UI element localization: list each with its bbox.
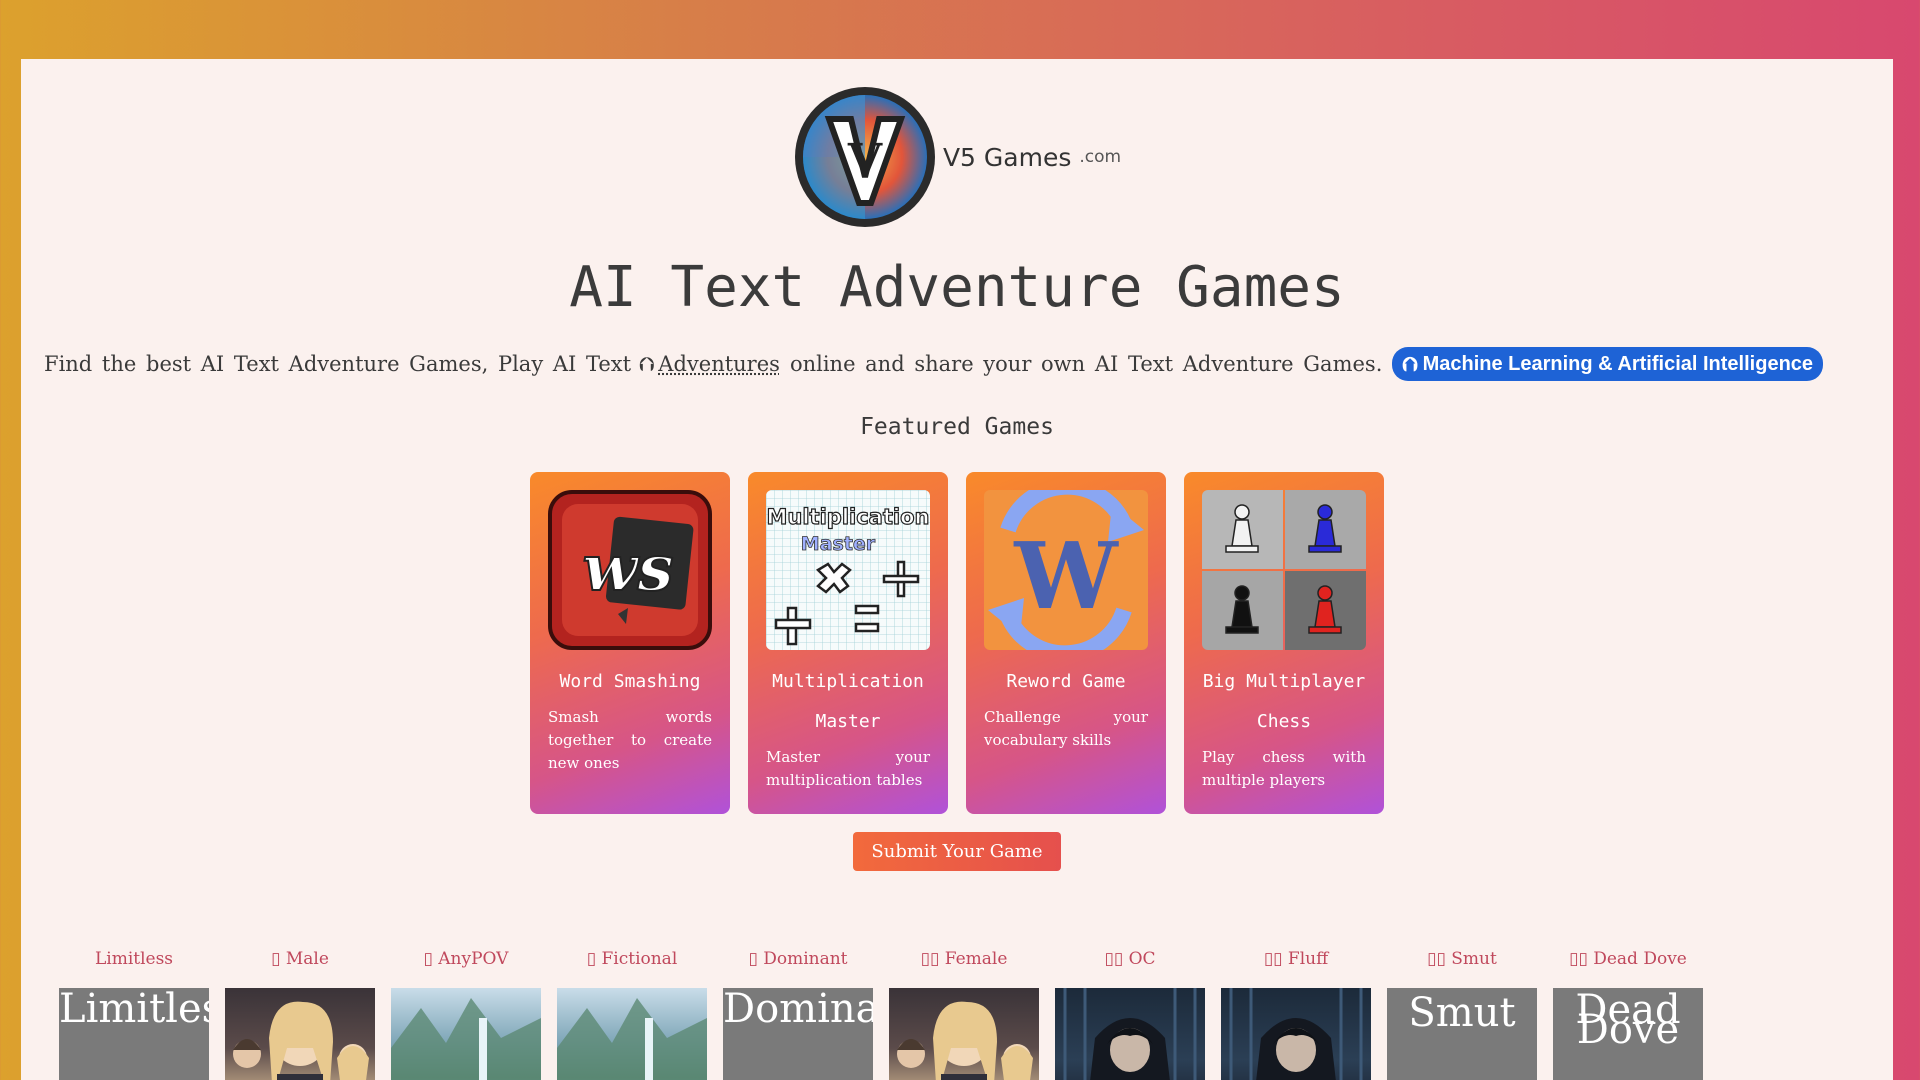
word-smashing-thumbnail: ws — [548, 490, 712, 650]
tag-dead-dove[interactable]: ▯▯ Dead Dove Dead Dove — [1553, 946, 1703, 1080]
tag-list: Limitless Limitless ▯ Male ▯ AnyPOV — [59, 946, 1703, 1080]
tag-fluff[interactable]: ▯▯ Fluff — [1221, 946, 1371, 1080]
game-description: Challenge your vocabulary skills — [984, 708, 1148, 749]
game-title: Reword Game — [1006, 671, 1126, 692]
game-description: Master your multiplication tables — [766, 748, 930, 789]
tag-image: Dead Dove — [1553, 988, 1703, 1080]
chess-thumbnail — [1202, 490, 1366, 650]
game-title: Big Multiplayer Chess — [1202, 671, 1366, 732]
game-title: Word Smashing — [559, 671, 701, 692]
game-card-big-multiplayer-chess[interactable]: Big Multiplayer Chess Play chess with mu… — [1184, 472, 1384, 814]
tag-label: ▯ AnyPOV — [423, 949, 509, 969]
tag-image — [557, 988, 707, 1080]
tag-label: ▯▯ Dead Dove — [1569, 949, 1687, 969]
tagline: Find the best AI Text Adventure Games, P… — [44, 347, 1874, 381]
multiplication-logo-icon: Multiplication Master — [766, 490, 930, 650]
tag-label: ▯ Fictional — [586, 949, 678, 969]
logo-letter: V — [847, 135, 883, 186]
tag-image — [391, 988, 541, 1080]
game-card-reword[interactable]: W Reword Game Challenge your vocabulary … — [966, 472, 1166, 814]
svg-text:W: W — [1013, 522, 1119, 630]
tag-image: Smut — [1387, 988, 1537, 1080]
brand-tld: .com — [1079, 147, 1122, 167]
tag-fictional[interactable]: ▯ Fictional — [557, 946, 707, 1080]
game-card-multiplication-master[interactable]: Multiplication Master Multiplication Mas… — [748, 472, 948, 814]
featured-title: Featured Games — [860, 414, 1054, 440]
tag-label: Limitless — [94, 949, 174, 969]
tag-image — [1221, 988, 1371, 1080]
chess-logo-icon — [1202, 490, 1366, 650]
game-title: Multiplication Master — [772, 671, 924, 732]
tag-label: ▯▯ Fluff — [1263, 949, 1329, 969]
svg-text:Multiplication: Multiplication — [767, 505, 930, 529]
broken-image-alt: Limitless — [59, 988, 209, 1032]
reword-logo-icon: W — [984, 490, 1148, 650]
broken-image-alt: Dominant — [723, 988, 873, 1032]
tag-image: Dominant — [723, 988, 873, 1080]
tag-female[interactable]: ▯▯ Female — [889, 946, 1039, 1080]
ml-ai-badge[interactable]: ⮉ Machine Learning & Artificial Intellig… — [1392, 347, 1824, 381]
tag-limitless[interactable]: Limitless Limitless — [59, 946, 209, 1080]
home-link[interactable]: V V5 Games .com — [793, 85, 1121, 229]
ml-ai-badge-label: Machine Learning & Artificial Intelligen… — [1422, 352, 1814, 375]
tag-label: ▯▯ Female — [920, 949, 1008, 969]
adventures-link[interactable]: Adventures — [658, 352, 780, 376]
header: V V5 Games .com — [21, 83, 1893, 231]
game-description: Smash words together to create new ones — [548, 708, 712, 772]
tag-image — [225, 988, 375, 1080]
arrow-up-circle-icon: ⮉ — [639, 352, 655, 376]
submit-game-button[interactable]: Submit Your Game — [853, 832, 1061, 871]
tag-oc[interactable]: ▯▯ OC — [1055, 946, 1205, 1080]
v5-logo-icon: V — [794, 87, 935, 227]
tag-image — [889, 988, 1039, 1080]
tag-smut[interactable]: ▯▯ Smut Smut — [1387, 946, 1537, 1080]
svg-text:ws: ws — [582, 531, 673, 606]
svg-text:Master: Master — [801, 533, 876, 555]
tagline-suffix: online and share your own AI Text Advent… — [789, 352, 1383, 376]
tag-label: ▯ Male — [271, 949, 329, 969]
tagline-prefix: Find the best AI Text Adventure Games, P… — [44, 352, 632, 376]
tag-male[interactable]: ▯ Male — [225, 946, 375, 1080]
brand-name: V5 Games — [942, 142, 1072, 172]
game-card-word-smashing[interactable]: ws Word Smashing Smash words together to… — [530, 472, 730, 814]
page-title: AI Text Adventure Games — [569, 255, 1345, 320]
tag-image: Limitless — [59, 988, 209, 1080]
tag-label: ▯ Dominant — [748, 949, 848, 969]
tag-label: ▯▯ Smut — [1427, 949, 1497, 969]
tag-label: ▯▯ OC — [1104, 949, 1156, 969]
reword-thumbnail: W — [984, 490, 1148, 650]
main-panel: V V5 Games .com AI Text Adventure Games … — [21, 59, 1893, 1080]
tag-dominant[interactable]: ▯ Dominant Dominant — [723, 946, 873, 1080]
multiplication-master-thumbnail: Multiplication Master — [766, 490, 930, 650]
game-description: Play chess with multiple players — [1202, 748, 1366, 789]
broken-image-alt: Dead Dove — [1575, 988, 1681, 1053]
broken-image-alt: Smut — [1408, 990, 1516, 1036]
tag-image — [1055, 988, 1205, 1080]
featured-games: ws Word Smashing Smash words together to… — [530, 472, 1384, 814]
ws-logo-icon: ws — [548, 490, 712, 650]
arrow-up-circle-icon: ⮉ — [1402, 352, 1418, 376]
tag-anypov[interactable]: ▯ AnyPOV — [391, 946, 541, 1080]
